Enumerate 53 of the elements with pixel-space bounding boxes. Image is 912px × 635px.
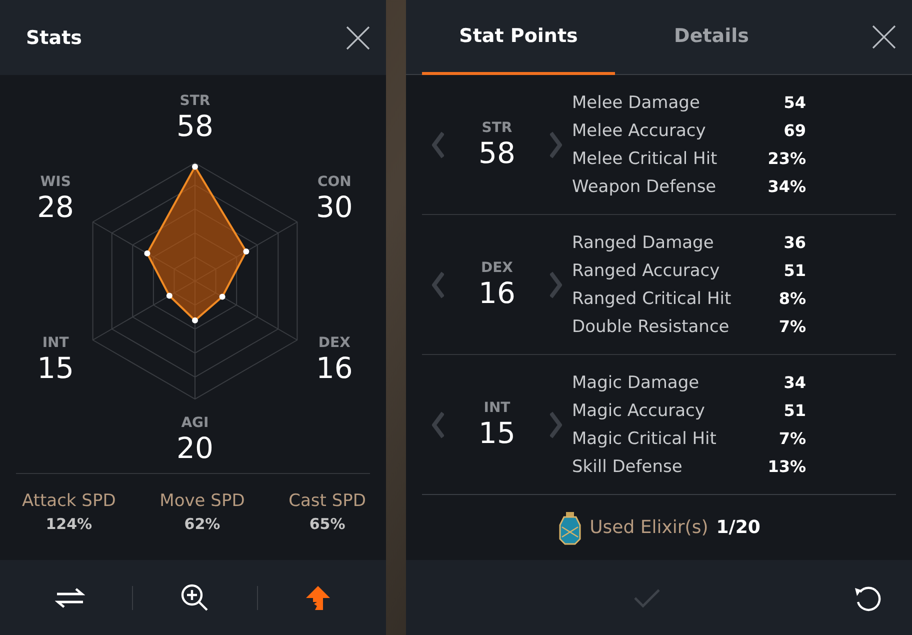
speed-value: 65% — [309, 514, 346, 533]
attribute-name: Magic Critical Hit — [572, 428, 716, 448]
stat-value: 28 — [37, 190, 74, 224]
attribute-value: 54 — [784, 93, 806, 112]
attribute-value: 7% — [778, 429, 806, 448]
attribute-value: 13% — [768, 457, 806, 476]
stat-label: WIS — [40, 174, 71, 190]
attribute-value: 8% — [778, 289, 806, 308]
panel-title: Stats — [26, 26, 82, 48]
attribute-value: 34% — [768, 177, 806, 196]
stat-value: 58 — [478, 136, 516, 170]
attribute-name: Melee Damage — [572, 92, 700, 112]
stat-value: 15 — [37, 350, 74, 384]
attribute-name: Double Resistance — [572, 316, 730, 336]
stat-label: CON — [317, 174, 352, 190]
stat-label: INT — [484, 400, 510, 416]
speed-label: Cast SPD — [288, 490, 366, 511]
tab[interactable]: Details — [615, 0, 808, 74]
stat-value: 58 — [176, 109, 214, 143]
attribute-value: 51 — [784, 261, 806, 280]
attribute-value: 69 — [784, 121, 806, 140]
attribute-value: 36 — [784, 233, 806, 252]
attribute-name: Ranged Damage — [572, 232, 714, 252]
stat-label: DEX — [481, 260, 513, 276]
stat-label: AGI — [181, 415, 209, 431]
attribute-value: 7% — [778, 317, 806, 336]
stat-value: 16 — [478, 276, 516, 310]
stat-label: STR — [180, 93, 210, 109]
attribute-name: Skill Defense — [572, 456, 682, 476]
speed-value: 62% — [184, 514, 220, 533]
attribute-name: Melee Accuracy — [572, 120, 706, 140]
stat-value: 20 — [176, 431, 214, 465]
stat-value: 15 — [478, 416, 516, 450]
attribute-name: Ranged Accuracy — [572, 260, 720, 280]
speed-label: Attack SPD — [22, 490, 116, 511]
attribute-value: 51 — [784, 401, 806, 420]
speed-label: Move SPD — [160, 490, 245, 511]
stat-value: 30 — [316, 190, 353, 224]
attribute-name: Melee Critical Hit — [572, 148, 718, 168]
stat-label: DEX — [318, 334, 350, 350]
speed-value: 124% — [46, 514, 92, 533]
attribute-value: 23% — [768, 149, 806, 168]
attribute-name: Ranged Critical Hit — [572, 288, 732, 308]
attribute-name: Weapon Defense — [572, 176, 716, 196]
tab[interactable]: Stat Points — [422, 0, 615, 74]
elixir-label: Used Elixir(s) — [590, 517, 708, 538]
elixir-count: 1/20 — [716, 517, 760, 538]
stat-label: INT — [42, 334, 69, 350]
attribute-name: Magic Accuracy — [572, 400, 705, 420]
attribute-value: 34 — [784, 373, 806, 392]
stat-value: 16 — [316, 350, 353, 384]
stat-label: STR — [482, 120, 512, 136]
attribute-name: Magic Damage — [572, 372, 700, 392]
